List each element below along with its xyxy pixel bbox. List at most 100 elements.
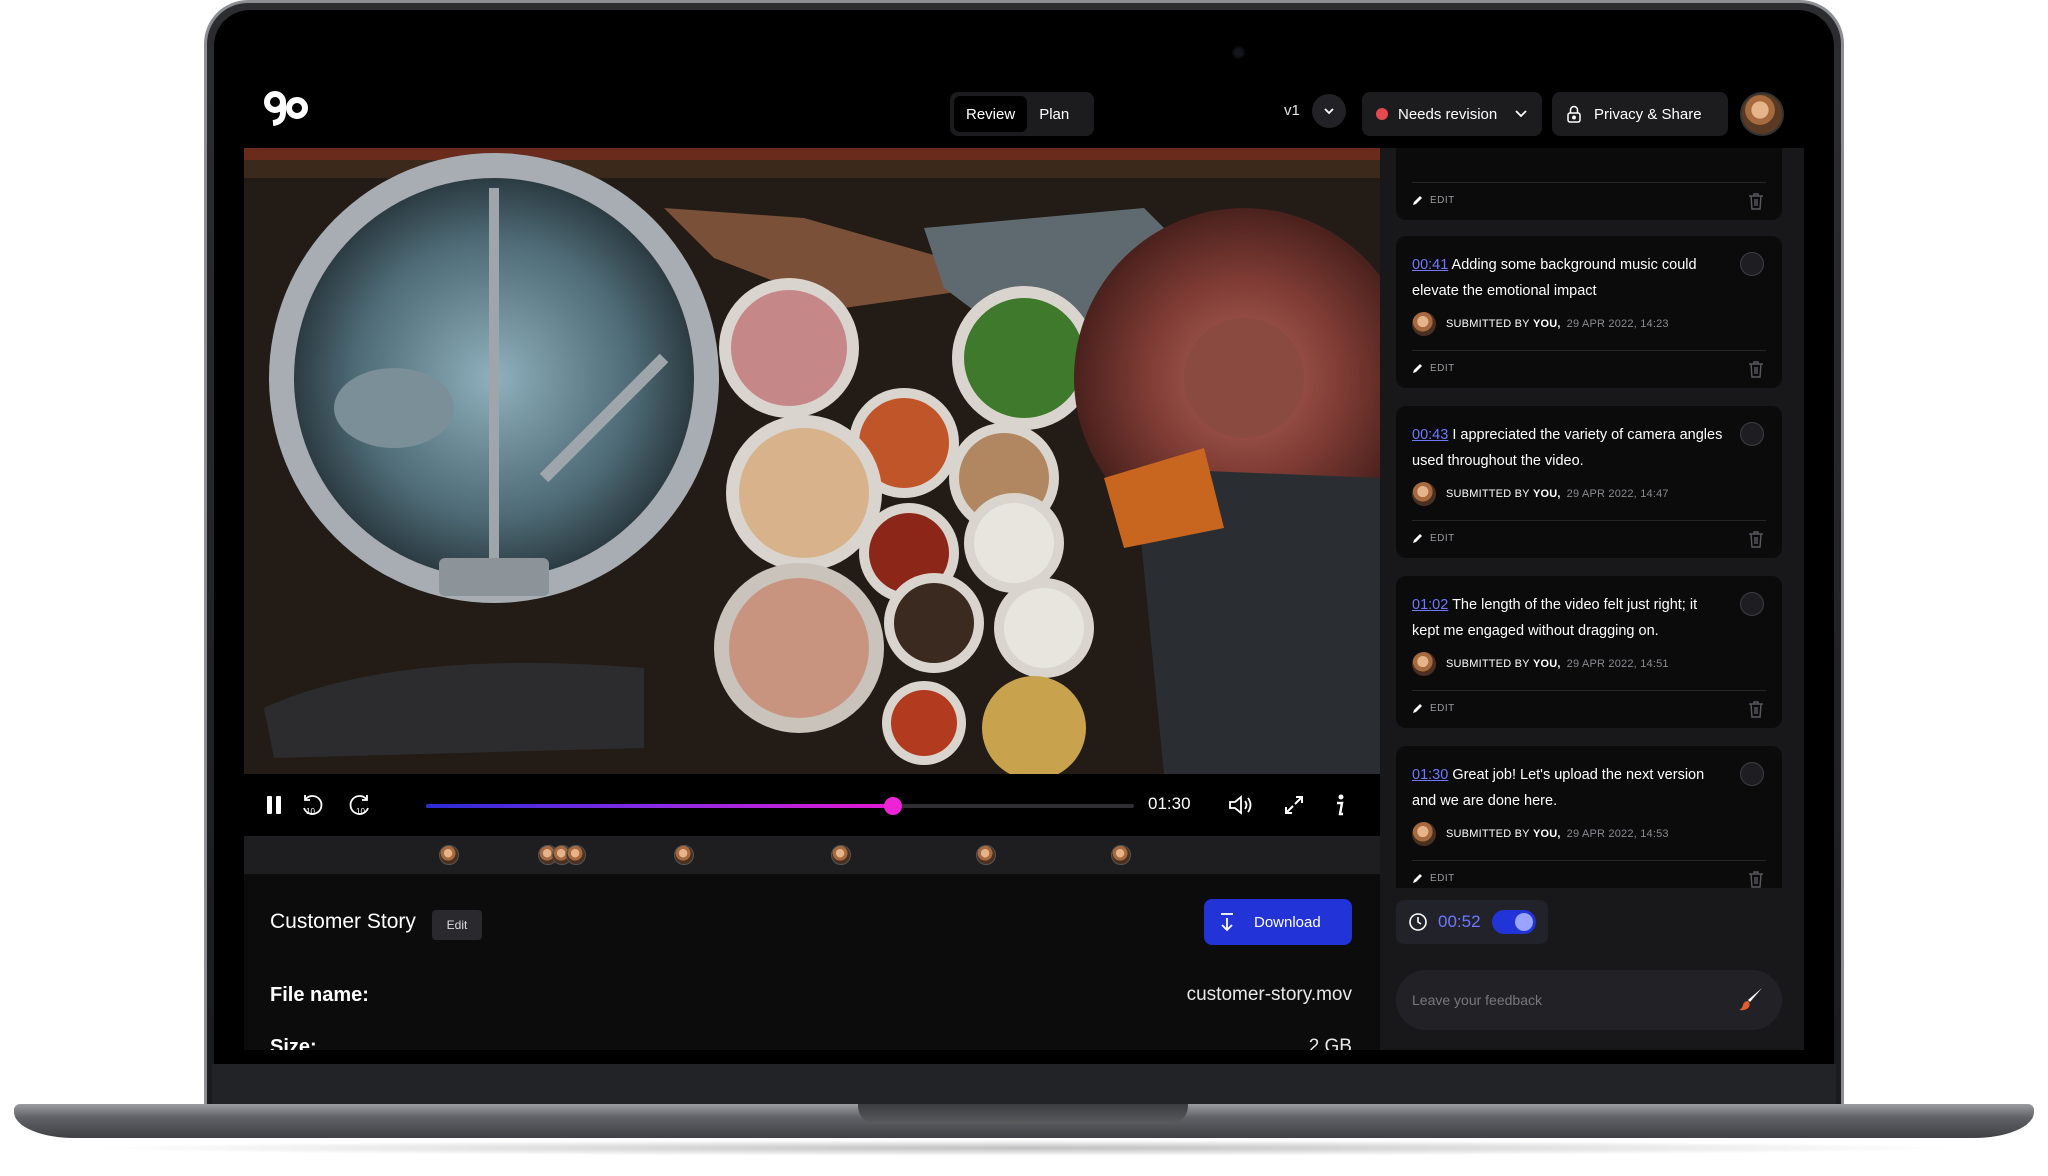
comment-body: I appreciated the variety of camera angl… <box>1412 427 1723 469</box>
comment-date: 29 APR 2022, 14:23 <box>1566 318 1669 330</box>
comment-marker[interactable] <box>976 845 996 865</box>
pencil-icon <box>1413 534 1422 543</box>
submitted-prefix: SUBMITTED BY <box>1446 828 1530 840</box>
lock-icon <box>1567 105 1581 123</box>
card-divider <box>1412 350 1766 351</box>
fullscreen-icon <box>1285 796 1303 814</box>
tab-review[interactable]: Review <box>954 96 1028 132</box>
comment-author: YOU, <box>1532 828 1561 840</box>
delete-comment-button[interactable] <box>1748 360 1764 383</box>
pause-button[interactable] <box>258 789 290 821</box>
resolve-checkbox[interactable] <box>1740 422 1764 446</box>
size-value: 2 GB <box>1308 1036 1352 1050</box>
comment-marker[interactable] <box>674 845 694 865</box>
card-divider <box>1412 520 1766 521</box>
edit-title-button[interactable]: Edit <box>432 910 482 940</box>
trash-icon <box>1749 871 1763 888</box>
pencil-icon <box>1413 874 1422 883</box>
comment-timestamp-link[interactable]: 00:41 <box>1412 257 1448 273</box>
author-avatar <box>1412 822 1436 846</box>
timecode-toggle[interactable] <box>1492 910 1536 934</box>
download-label: Download <box>1254 913 1321 931</box>
edit-comment-button[interactable]: EDIT <box>1412 872 1455 884</box>
trash-icon <box>1749 701 1763 718</box>
player-controls: 10 10 01:30 <box>244 774 1380 836</box>
asset-title: Customer Story <box>270 910 416 933</box>
brush-icon[interactable] <box>1738 986 1764 1012</box>
volume-button[interactable] <box>1224 789 1256 821</box>
edit-comment-button[interactable]: EDIT <box>1412 702 1455 714</box>
chevron-down-icon <box>1324 108 1334 115</box>
edit-comment-button[interactable]: EDIT <box>1412 532 1455 544</box>
asset-info: Customer Story Edit Download File name: … <box>244 874 1380 1050</box>
privacy-share-label: Privacy & Share <box>1594 105 1702 123</box>
laptop-notch <box>858 1104 1188 1124</box>
fullscreen-button[interactable] <box>1278 789 1310 821</box>
edit-label: EDIT <box>1430 532 1455 544</box>
delete-comment-button[interactable] <box>1748 192 1764 215</box>
comment-card: EDIT <box>1396 148 1782 220</box>
comment-text: 01:02 The length of the video felt just … <box>1412 592 1728 644</box>
comment-timestamp-link[interactable]: 01:02 <box>1412 597 1448 613</box>
card-divider <box>1412 690 1766 691</box>
comment-date: 29 APR 2022, 14:47 <box>1566 488 1669 500</box>
submitted-prefix: SUBMITTED BY <box>1446 318 1530 330</box>
status-dropdown[interactable]: Needs revision <box>1362 92 1542 136</box>
comment-text: 00:43 I appreciated the variety of camer… <box>1412 422 1728 474</box>
trash-icon <box>1749 361 1763 378</box>
comment-body: Great job! Let's upload the next version… <box>1412 767 1705 809</box>
comments-list[interactable]: EDIT 00:41 Adding some background music … <box>1380 148 1804 888</box>
download-icon <box>1221 913 1233 932</box>
comment-author: YOU, <box>1532 488 1561 500</box>
comment-marker[interactable] <box>566 845 586 865</box>
download-button[interactable]: Download <box>1204 899 1352 945</box>
delete-comment-button[interactable] <box>1748 530 1764 553</box>
comment-meta: SUBMITTED BY YOU, 29 APR 2022, 14:47 <box>1412 482 1669 506</box>
comments-panel: EDIT 00:41 Adding some background music … <box>1380 148 1804 1050</box>
edit-comment-button[interactable]: EDIT <box>1412 194 1455 206</box>
feedback-input[interactable] <box>1412 970 1712 1030</box>
skip-back-button[interactable]: 10 <box>296 789 328 821</box>
delete-comment-button[interactable] <box>1748 700 1764 723</box>
comment-marker[interactable] <box>831 845 851 865</box>
resolve-checkbox[interactable] <box>1740 252 1764 276</box>
trash-icon <box>1749 193 1763 210</box>
user-avatar[interactable] <box>1740 92 1784 136</box>
comment-meta: SUBMITTED BY YOU, 29 APR 2022, 14:51 <box>1412 652 1669 676</box>
file-name-label: File name: <box>270 984 369 1006</box>
delete-comment-button[interactable] <box>1748 870 1764 888</box>
comment-marker[interactable] <box>439 845 459 865</box>
comment-body: The length of the video felt just right;… <box>1412 597 1698 639</box>
camera-icon <box>1234 48 1243 57</box>
progress-handle[interactable] <box>884 797 903 815</box>
pencil-icon <box>1413 364 1422 373</box>
author-avatar <box>1412 482 1436 506</box>
comment-timestamp-link[interactable]: 00:43 <box>1412 427 1448 443</box>
privacy-share-button[interactable]: Privacy & Share <box>1552 92 1728 136</box>
resolve-checkbox[interactable] <box>1740 592 1764 616</box>
skip-forward-button[interactable]: 10 <box>344 789 376 821</box>
edit-label: EDIT <box>1430 194 1455 206</box>
tab-plan[interactable]: Plan <box>1027 96 1081 132</box>
info-button[interactable] <box>1324 789 1356 821</box>
comment-timestamp-link[interactable]: 01:30 <box>1412 767 1448 783</box>
edit-comment-button[interactable]: EDIT <box>1412 362 1455 374</box>
pencil-icon <box>1413 704 1422 713</box>
video-still <box>244 148 1380 774</box>
comment-meta: SUBMITTED BY YOU, 29 APR 2022, 14:23 <box>1412 312 1669 336</box>
comment-body: Adding some background music could eleva… <box>1412 257 1697 299</box>
pencil-icon <box>1413 196 1422 205</box>
top-bar: Review Plan v1 Needs revision Privacy & … <box>244 74 1804 148</box>
video-frame[interactable] <box>244 148 1380 774</box>
feedback-composer <box>1396 970 1782 1030</box>
resolve-checkbox[interactable] <box>1740 762 1764 786</box>
comment-text: 01:30 Great job! Let's upload the next v… <box>1412 762 1728 814</box>
version-label: v1 <box>1284 102 1300 119</box>
card-divider <box>1412 182 1766 183</box>
logo-icon[interactable] <box>262 88 310 128</box>
comment-marker[interactable] <box>1111 845 1131 865</box>
app-screen: Review Plan v1 Needs revision Privacy & … <box>244 74 1804 1050</box>
progress-bar[interactable] <box>426 797 1134 815</box>
version-dropdown[interactable] <box>1312 94 1346 128</box>
laptop-shadow <box>80 1140 1970 1156</box>
